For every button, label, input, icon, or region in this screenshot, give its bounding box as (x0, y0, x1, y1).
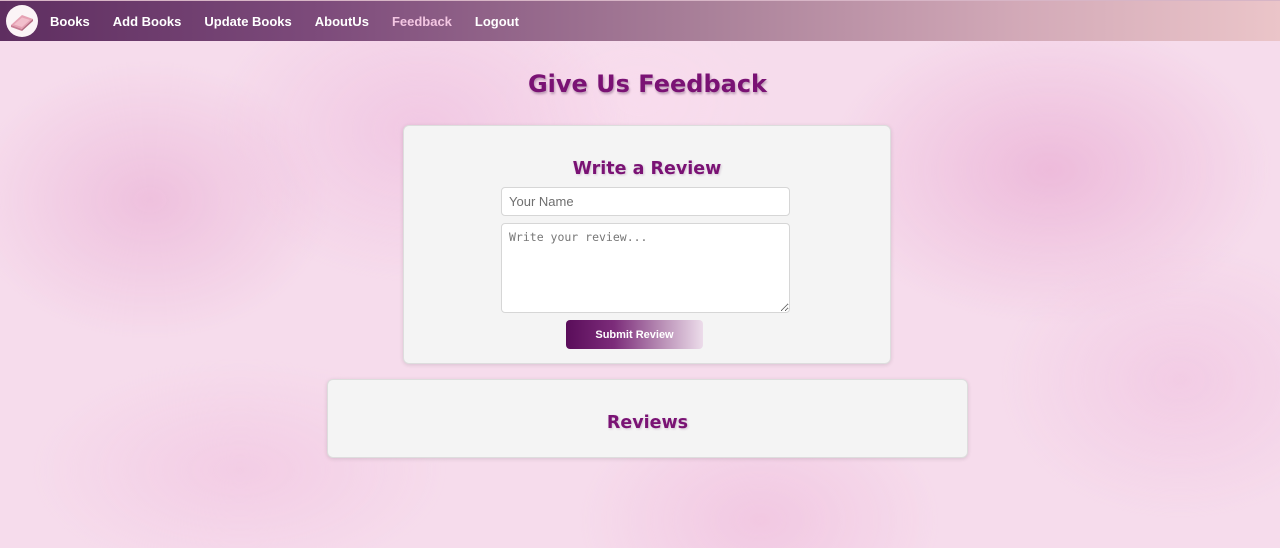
nav-link-logout[interactable]: Logout (475, 14, 519, 29)
review-form-card: Write a Review Submit Review (403, 125, 891, 364)
page-title: Give Us Feedback (527, 70, 768, 98)
nav-link-update-books[interactable]: Update Books (204, 14, 291, 29)
nav-link-feedback[interactable]: Feedback (392, 14, 452, 29)
nav-link-about-us[interactable]: AboutUs (315, 14, 369, 29)
reviews-card: Reviews (327, 379, 968, 458)
name-input[interactable] (501, 187, 790, 216)
review-form-heading: Write a Review (572, 159, 722, 179)
top-navbar: Books Add Books Update Books AboutUs Fee… (0, 0, 1280, 41)
nav-link-add-books[interactable]: Add Books (113, 14, 182, 29)
review-textarea[interactable] (501, 223, 790, 313)
submit-review-button[interactable]: Submit Review (566, 320, 703, 349)
reviews-heading: Reviews (606, 413, 689, 433)
book-logo-icon[interactable] (6, 5, 38, 37)
nav-link-books[interactable]: Books (50, 14, 90, 29)
